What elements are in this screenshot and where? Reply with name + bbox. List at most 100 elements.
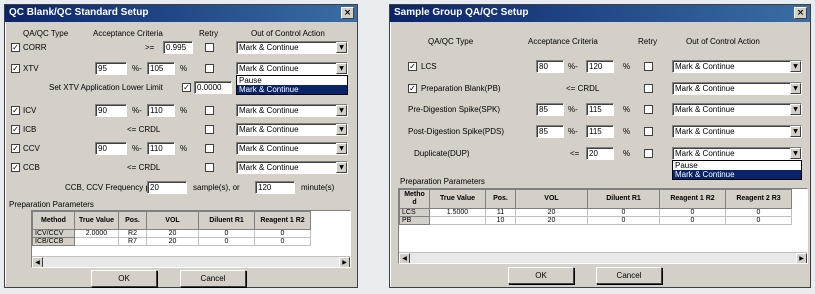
table-cell[interactable] [429, 216, 486, 225]
horizontal-scrollbar[interactable]: ◀ ▶ [32, 256, 350, 267]
chevron-down-icon[interactable]: ▼ [790, 61, 801, 72]
xtv-retry-checkbox[interactable] [205, 64, 214, 73]
spk-retry-checkbox[interactable] [644, 105, 653, 114]
ccv-action-select[interactable]: Mark & Continue ▼ [236, 142, 348, 155]
xtv-lower-limit-label: Set XTV Application Lower Limit [49, 83, 163, 92]
pb-checkbox[interactable]: ✓ [408, 84, 417, 93]
chevron-down-icon[interactable]: ▼ [790, 104, 801, 115]
table-cell[interactable]: 0 [659, 208, 726, 217]
dup-retry-checkbox[interactable] [644, 149, 653, 158]
xtv-high-input[interactable]: 105 [147, 62, 175, 75]
lcs-retry-checkbox[interactable] [644, 62, 653, 71]
frequency-samples-input[interactable]: 20 [147, 181, 187, 194]
frequency-minutes-input[interactable]: 120 [255, 181, 295, 194]
icb-retry-checkbox[interactable] [205, 125, 214, 134]
icb-checkbox[interactable]: ✓ [11, 125, 20, 134]
table-cell[interactable]: R2 [118, 229, 147, 238]
corr-action-select[interactable]: Mark & Continue ▼ [236, 41, 348, 54]
dialog-title: QC Blank/QC Standard Setup [9, 7, 149, 18]
xtv-lower-limit-input[interactable]: 0.0000 [194, 81, 232, 94]
table-cell[interactable]: 0 [587, 208, 660, 217]
pds-retry-checkbox[interactable] [644, 127, 653, 136]
chevron-down-icon[interactable]: ▼ [336, 63, 347, 74]
corr-value-input[interactable]: 0.995 [163, 41, 193, 54]
table-cell[interactable]: 20 [515, 208, 588, 217]
dropdown-option-mark-continue[interactable]: Mark & Continue [673, 170, 801, 179]
horizontal-scrollbar[interactable]: ◀ ▶ [399, 252, 807, 263]
chevron-down-icon[interactable]: ▼ [336, 42, 347, 53]
cancel-button[interactable]: Cancel [180, 270, 246, 287]
lcs-high-input[interactable]: 120 [586, 60, 614, 73]
pds-action-select[interactable]: Mark & Continue ▼ [672, 125, 802, 138]
table-cell[interactable] [74, 237, 119, 246]
pds-low-input[interactable]: 85 [536, 125, 564, 138]
spk-high-input[interactable]: 115 [586, 103, 614, 116]
chevron-down-icon[interactable]: ▼ [336, 162, 347, 173]
chevron-down-icon[interactable]: ▼ [336, 105, 347, 116]
cancel-button[interactable]: Cancel [596, 267, 662, 284]
dup-action-select[interactable]: Mark & Continue ▼ [672, 147, 802, 160]
ccv-retry-checkbox[interactable] [205, 144, 214, 153]
scroll-left-icon[interactable]: ◀ [32, 257, 43, 267]
lcs-action-select[interactable]: Mark & Continue ▼ [672, 60, 802, 73]
icv-checkbox[interactable]: ✓ [11, 106, 20, 115]
xtv-lower-limit-checkbox[interactable]: ✓ [182, 83, 191, 92]
table-cell[interactable]: R7 [118, 237, 147, 246]
table-cell[interactable]: 0 [254, 229, 311, 238]
chevron-down-icon[interactable]: ▼ [336, 124, 347, 135]
ok-button[interactable]: OK [91, 270, 157, 287]
table-cell[interactable]: 1.5000 [429, 208, 486, 217]
icv-action-select[interactable]: Mark & Continue ▼ [236, 104, 348, 117]
table-cell[interactable]: 0 [198, 229, 255, 238]
ccb-checkbox[interactable]: ✓ [11, 163, 20, 172]
scroll-left-icon[interactable]: ◀ [399, 253, 410, 263]
table-cell[interactable]: 0 [198, 237, 255, 246]
ccv-low-input[interactable]: 90 [95, 142, 127, 155]
dropdown-option-mark-continue[interactable]: Mark & Continue [237, 85, 347, 94]
ccv-checkbox[interactable]: ✓ [11, 144, 20, 153]
xtv-action-select[interactable]: Mark & Continue ▼ [236, 62, 348, 75]
pb-action-select[interactable]: Mark & Continue ▼ [672, 82, 802, 95]
corr-action-value: Mark & Continue [239, 43, 299, 52]
xtv-low-input[interactable]: 95 [95, 62, 127, 75]
table-cell[interactable]: 20 [146, 229, 199, 238]
dropdown-option-pause[interactable]: Pause [673, 161, 801, 170]
close-icon[interactable]: × [794, 7, 807, 19]
scroll-right-icon[interactable]: ▶ [339, 257, 350, 267]
dup-value-input[interactable]: 20 [586, 147, 614, 160]
table-cell[interactable]: 2.0000 [74, 229, 119, 238]
table-cell[interactable]: 20 [146, 237, 199, 246]
pb-retry-checkbox[interactable] [644, 84, 653, 93]
icb-action-select[interactable]: Mark & Continue ▼ [236, 123, 348, 136]
corr-checkbox[interactable]: ✓ [11, 43, 20, 52]
ccv-high-input[interactable]: 110 [147, 142, 175, 155]
table-cell[interactable]: 20 [515, 216, 588, 225]
ok-button[interactable]: OK [508, 267, 574, 284]
close-icon[interactable]: × [341, 7, 354, 19]
lcs-checkbox[interactable]: ✓ [408, 62, 417, 71]
table-cell[interactable]: 0 [725, 208, 792, 217]
icv-retry-checkbox[interactable] [205, 106, 214, 115]
table-cell[interactable]: 0 [725, 216, 792, 225]
table-cell[interactable]: 0 [254, 237, 311, 246]
table-cell[interactable]: 10 [485, 216, 516, 225]
icv-high-input[interactable]: 110 [147, 104, 175, 117]
chevron-down-icon[interactable]: ▼ [790, 148, 801, 159]
ccb-retry-checkbox[interactable] [205, 163, 214, 172]
table-cell[interactable]: 0 [587, 216, 660, 225]
lcs-low-input[interactable]: 80 [536, 60, 564, 73]
spk-low-input[interactable]: 85 [536, 103, 564, 116]
dropdown-option-pause[interactable]: Pause [237, 76, 347, 85]
icv-low-input[interactable]: 90 [95, 104, 127, 117]
xtv-checkbox[interactable]: ✓ [11, 64, 20, 73]
spk-action-select[interactable]: Mark & Continue ▼ [672, 103, 802, 116]
ccb-action-select[interactable]: Mark & Continue ▼ [236, 161, 348, 174]
scroll-right-icon[interactable]: ▶ [796, 253, 807, 263]
pds-high-input[interactable]: 115 [586, 125, 614, 138]
table-cell[interactable]: 11 [485, 208, 516, 217]
chevron-down-icon[interactable]: ▼ [790, 126, 801, 137]
corr-retry-checkbox[interactable] [205, 43, 214, 52]
chevron-down-icon[interactable]: ▼ [336, 143, 347, 154]
chevron-down-icon[interactable]: ▼ [790, 83, 801, 94]
table-cell[interactable]: 0 [659, 216, 726, 225]
